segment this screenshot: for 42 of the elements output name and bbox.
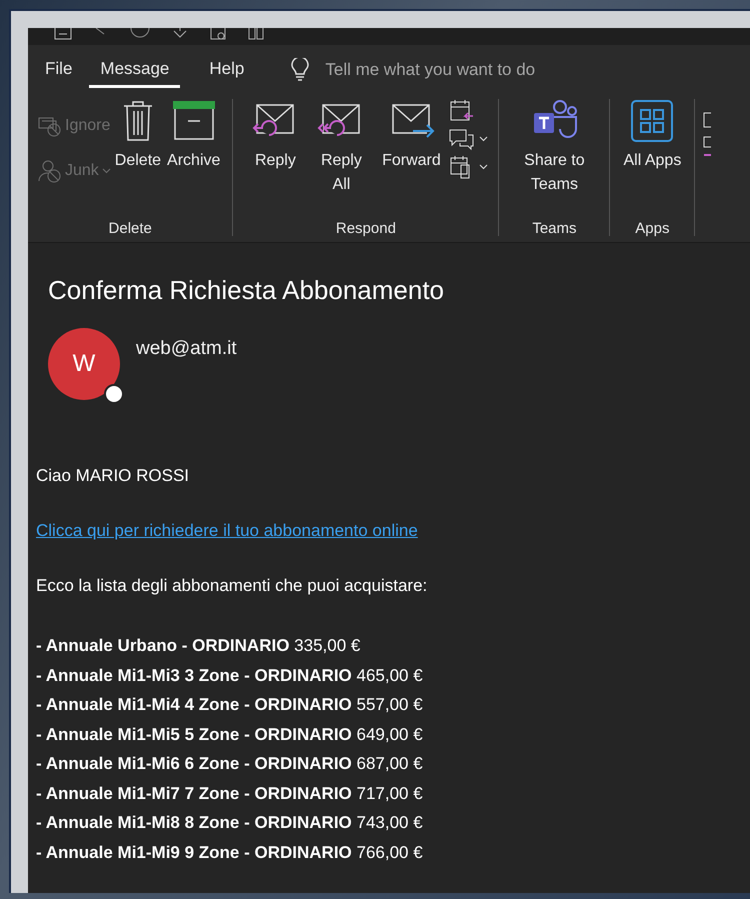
share-to-teams-button[interactable]: Share to Teams [509,99,600,197]
group-label: Delete [108,220,153,239]
calendar-icon [449,99,476,123]
caret-icon [479,136,488,142]
forward-button[interactable]: Forward [375,99,448,173]
caret-icon [102,168,111,174]
sender-address[interactable]: web@atm.it [136,338,237,400]
delete-button[interactable]: Delete [112,99,164,173]
ribbon-tab[interactable]: Message [89,52,180,88]
subscription-link[interactable]: Clicca qui per richiedere il tuo abbonamento online [36,521,418,540]
subscription-item: - Annuale Mi1-Mi5 5 Zone - ORDINARIO 649,00 € [36,724,424,746]
avatar-initial: W [72,350,96,378]
lightbulb-icon [291,58,310,82]
subscription-item: - Annuale Urbano - ORDINARIO 335,00 € [36,635,362,657]
group-label: Apps [634,220,670,239]
caret-icon [479,164,488,170]
reply-all-button[interactable]: Reply All [309,99,374,197]
chat-icon [449,127,476,151]
message-subject: Conferma Richiesta Abbonamento [48,275,446,306]
subscription-item: - Annuale Mi1-Mi9 9 Zone - ORDINARIO 766,00 € [36,842,424,864]
ignore-icon [38,115,62,137]
greeting-text: Ciao MARIO ROSSI [36,466,190,486]
all-apps-button[interactable]: All Apps [620,99,684,173]
subscription-item: - Annuale Mi1-Mi3 3 Zone - ORDINARIO 465,00 € [36,664,424,686]
group-label: Teams [531,220,578,239]
archive-icon [172,99,216,143]
subscription-item: - Annuale Mi1-Mi4 4 Zone - ORDINARIO 557,00 € [36,694,424,716]
ribbon-tab[interactable]: File [34,52,84,88]
intro-text: Ecco la lista degli abbonamenti che puoi acquistare: [36,576,428,596]
subscription-item: - Annuale Mi1-Mi7 7 Zone - ORDINARIO 717,00 € [36,782,424,804]
junk-icon [38,159,62,183]
presence-dot [104,384,124,404]
group-label: Respond [334,220,397,239]
subscription-item: - Annuale Mi1-Mi8 8 Zone - ORDINARIO 743,00 € [36,812,424,834]
more-respond-button[interactable] [449,155,488,179]
apps-grid-icon [630,99,674,143]
ribbon-tab[interactable]: Help [198,52,256,88]
reply-button[interactable]: Reply [243,99,308,173]
im-reply-button[interactable] [449,127,488,151]
subscription-item: - Annuale Mi1-Mi6 6 Zone - ORDINARIO 687,00 € [36,753,424,775]
archive-button[interactable]: Archive [165,99,222,173]
search-field[interactable]: Tell me what you want to do [323,59,628,81]
